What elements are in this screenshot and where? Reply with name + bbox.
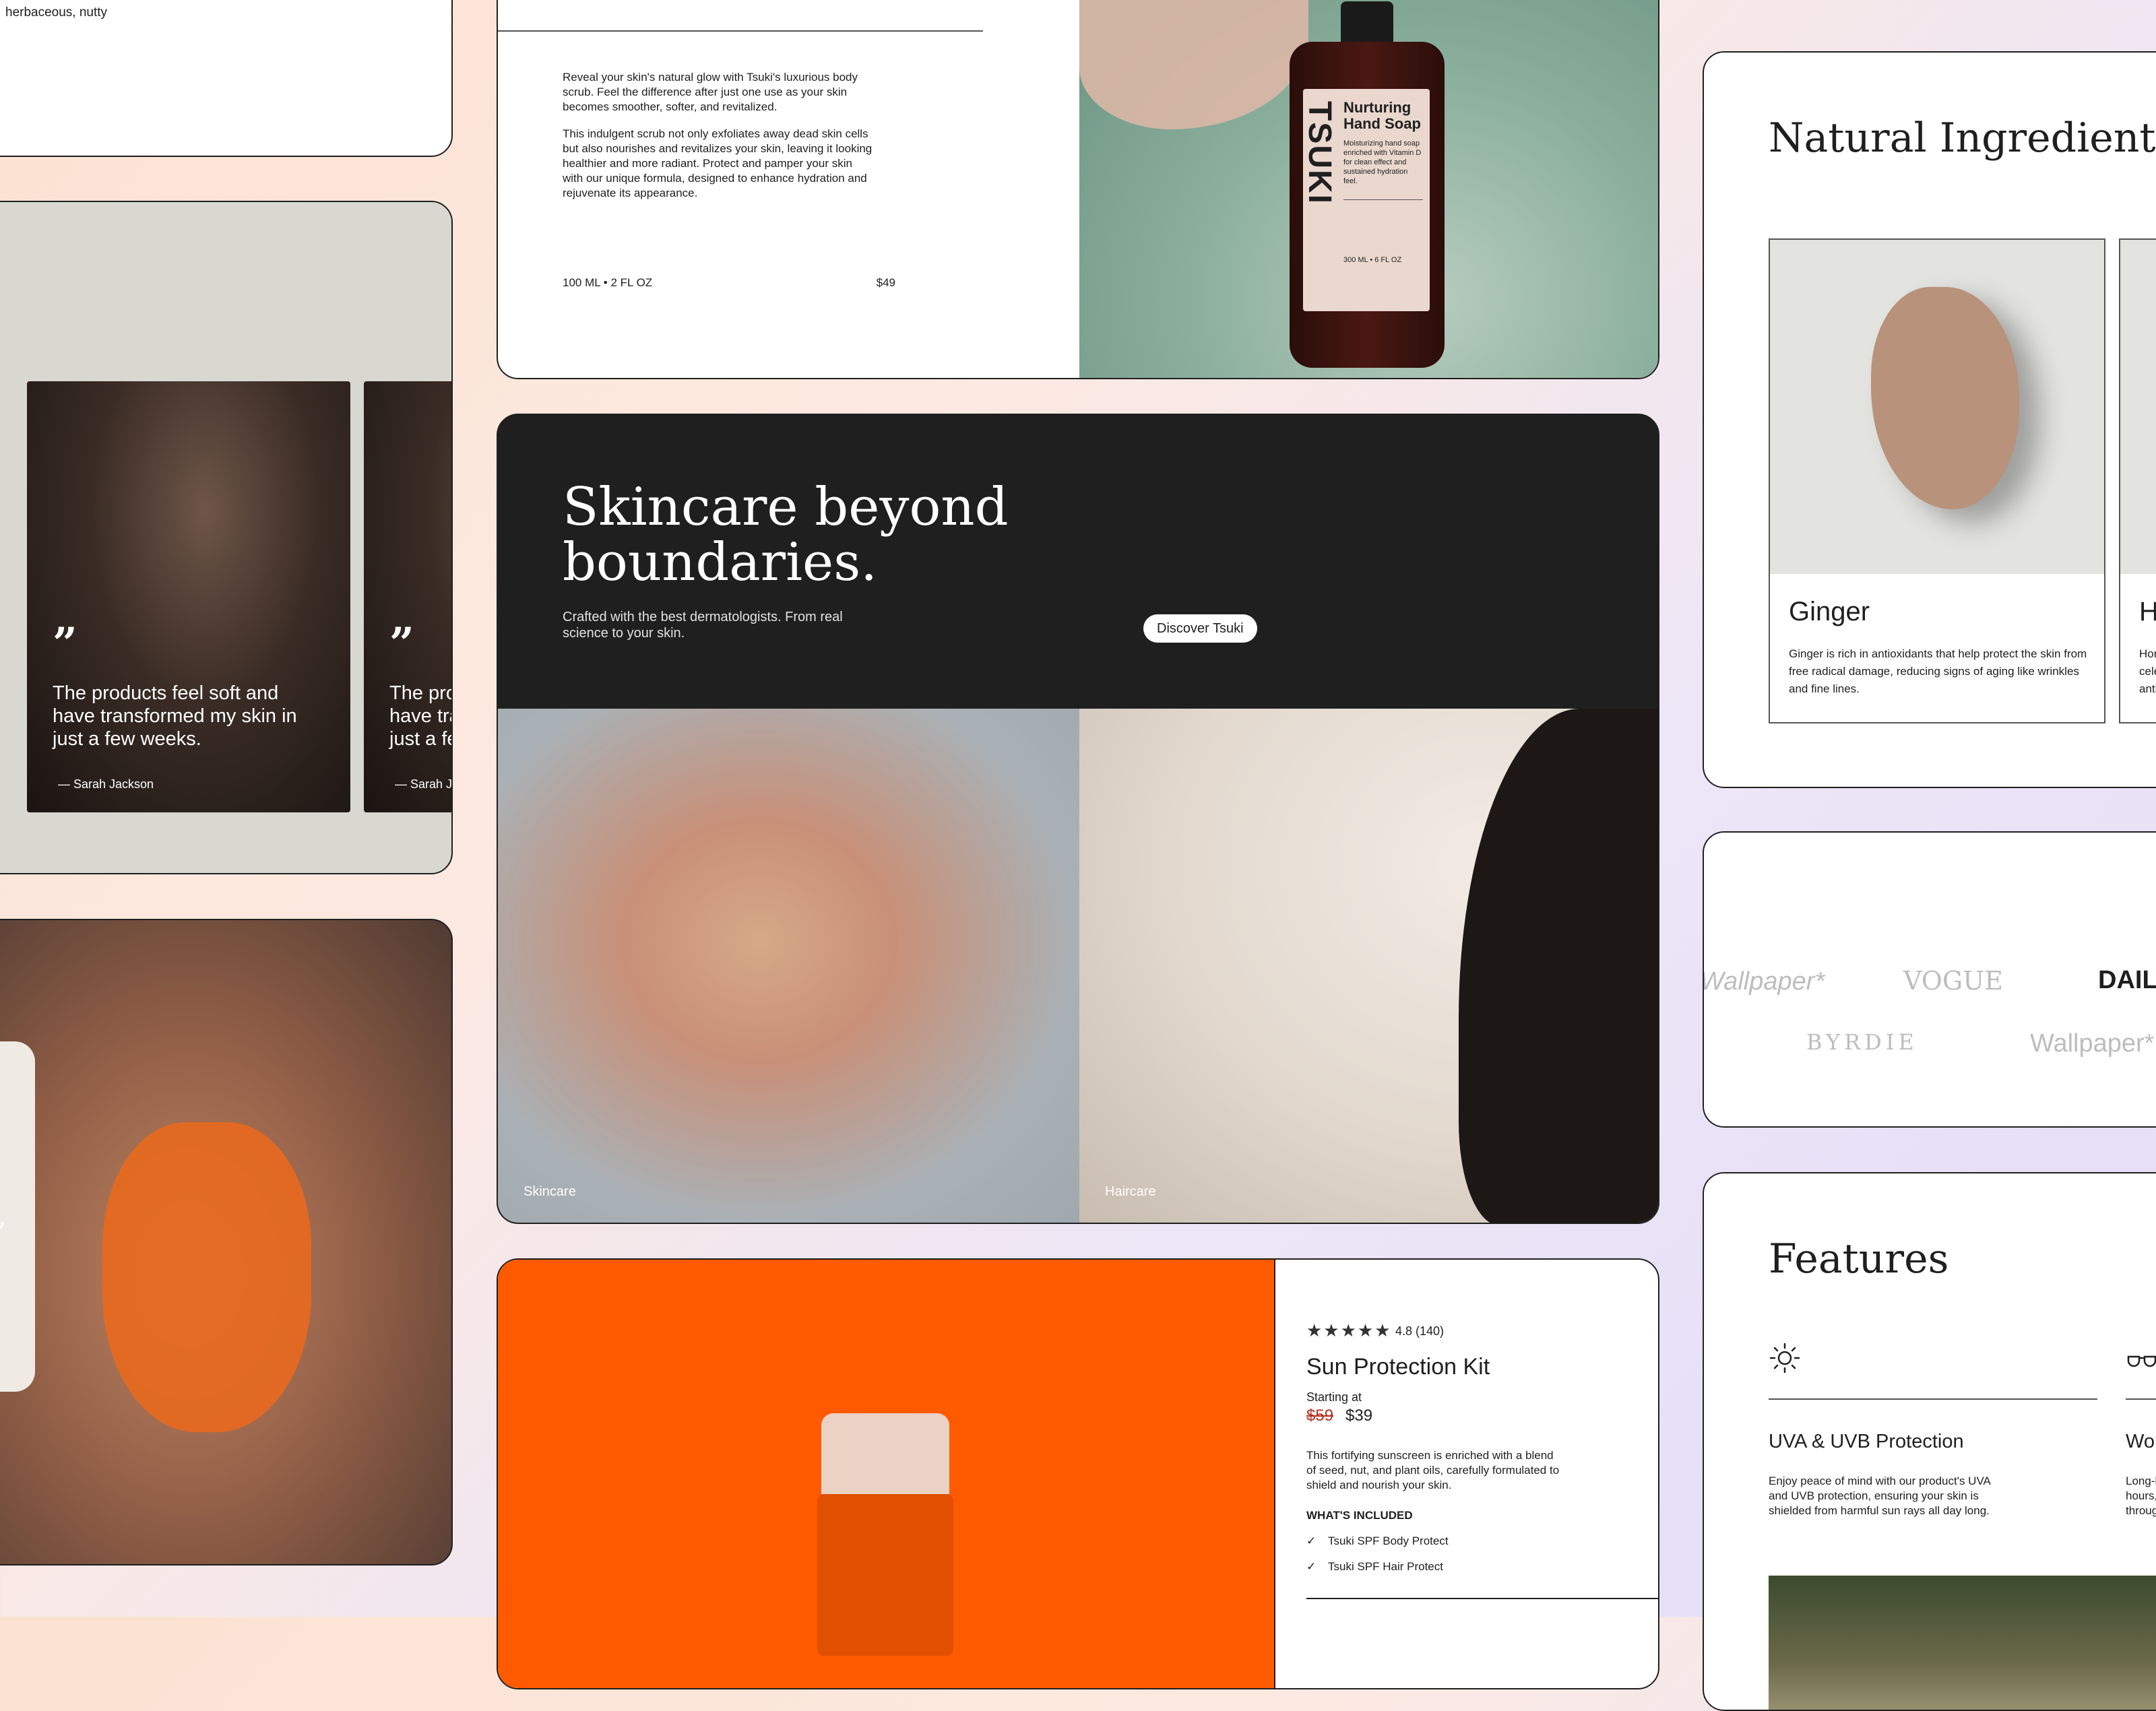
ingredient-card[interactable]: H Hon cele anti [2119, 238, 2156, 723]
notes-card: herbaceous, nutty [0, 0, 453, 157]
testimonial-text: The products feel soft and have transfor… [389, 682, 451, 750]
category-label: Skincare [524, 1184, 576, 1199]
press-logo-byrdie: BYRDIE [1806, 1029, 1918, 1055]
press-logo-wallpaper: Wallpaper* [2030, 1029, 2155, 1058]
ingredient-image [1770, 240, 2104, 574]
testimonial-author: — Sarah Jackson [58, 777, 154, 791]
divider [2126, 1398, 2156, 1400]
product-size: 100 ML • 2 FL OZ [563, 276, 653, 289]
product-photo: TSUKI Nurturing Hand Soap Moisturizing h… [1079, 0, 1658, 378]
star-rating-icon: ★★★★★ [1306, 1320, 1392, 1341]
kit-info-panel: ★★★★★ 4.8 (140) Sun Protection Kit Start… [1274, 1260, 1658, 1688]
testimonial-author: — Sarah Jackson [395, 777, 453, 791]
glasses-icon [2127, 1355, 2156, 1367]
section-title: Natural Ingredients [1769, 115, 2156, 162]
feature-description: Long-l hours, throug [2126, 1475, 2156, 1517]
divider [498, 30, 983, 32]
hero-subtitle: Crafted with the best dermatologists. Fr… [563, 610, 843, 641]
hero-card: Skincare beyond boundaries. Crafted with… [497, 414, 1659, 1224]
brand-logo: TSUKI [1302, 101, 1337, 205]
ingredient-description: Hon cele anti [2139, 647, 2156, 695]
product-detail-card: Reveal your skin's natural glow with Tsu… [497, 0, 1659, 379]
included-item: ✓ Tsuki SPF Hair Protect [1306, 1560, 1443, 1574]
ingredient-description: Ginger is rich in antioxidants that help… [1789, 647, 2087, 695]
ginger-shape [1871, 287, 2019, 509]
check-icon: ✓ [1306, 1560, 1317, 1573]
press-logo-wallpaper: Wallpaper* [1703, 967, 1825, 996]
hand-shape [1079, 0, 1308, 129]
press-logo-daily: DAILY [2098, 966, 2156, 994]
quote-icon: ” [53, 618, 77, 669]
ingredient-image [2120, 240, 2156, 574]
bottle-description: Moisturizing hand soap enriched with Vit… [1343, 139, 1422, 185]
check-icon: ✓ [1306, 1535, 1317, 1547]
new-price: $39 [1345, 1407, 1373, 1425]
starting-at-label: Starting at [1306, 1390, 1362, 1404]
swimsuit-shape [102, 1122, 311, 1432]
testimonial-text: The products feel soft and have transfor… [53, 682, 297, 750]
notes-text: herbaceous, nutty [5, 5, 108, 20]
testimonial-card[interactable]: ” The products feel soft and have transf… [27, 381, 350, 812]
press-logos-card: Wallpaper* VOGUE DAILY E BYRDIE Wallpape… [1703, 831, 2156, 1128]
feature-title: UVA & UVB Protection [1769, 1431, 1964, 1452]
divider [1306, 1598, 1658, 1599]
quote-icon: ” [389, 618, 414, 669]
hair-shape [1459, 709, 1658, 1223]
testimonials-card: ” The products feel soft and have transf… [0, 201, 453, 874]
bottle-size: 300 ML • 6 FL OZ [1343, 256, 1402, 264]
ingredient-card[interactable]: Ginger Ginger is rich in antioxidants th… [1769, 238, 2105, 723]
quote-fragment: y” [0, 1217, 6, 1251]
bottle-title: Nurturing Hand Soap [1343, 99, 1421, 132]
included-item-label: Tsuki SPF Hair Protect [1328, 1560, 1443, 1573]
section-title: Features [1769, 1235, 1949, 1283]
features-card: Features UVA & UVB Protection Enjoy peac… [1703, 1172, 2156, 1711]
testimonial-card[interactable]: ” The products feel soft and have transf… [364, 381, 453, 812]
included-item-label: Tsuki SPF Body Protect [1328, 1535, 1449, 1547]
ingredient-name: Ginger [1789, 597, 1870, 626]
included-item: ✓ Tsuki SPF Body Protect [1306, 1535, 1449, 1548]
pump-cap [1341, 1, 1393, 46]
kit-title: Sun Protection Kit [1306, 1354, 1490, 1380]
hero-title: Skincare beyond boundaries. [563, 477, 1009, 593]
feature-description: Enjoy peace of mind with our product's U… [1769, 1475, 1990, 1517]
press-logo-vogue: VOGUE [1903, 966, 2004, 996]
category-panel-haircare[interactable]: Haircare [1079, 709, 1658, 1223]
included-heading: WHAT'S INCLUDED [1306, 1509, 1413, 1522]
press-logo-partial: E [1704, 1029, 1705, 1059]
bottle-shape [817, 1494, 953, 1656]
product-description: Reveal your skin's natural glow with Tsu… [563, 71, 858, 113]
category-label: Haircare [1105, 1184, 1156, 1199]
sun-icon [1769, 1343, 1800, 1374]
feature-photo [1769, 1576, 2156, 1710]
product-kit-card: ★★★★★ 4.8 (140) Sun Protection Kit Start… [497, 1258, 1659, 1689]
feature-title: Wor [2126, 1431, 2156, 1452]
divider [1343, 199, 1423, 200]
product-price: $49 [876, 276, 895, 289]
kit-product-image [498, 1260, 1274, 1688]
old-price: $59 [1306, 1407, 1334, 1425]
divider [1769, 1398, 2097, 1400]
category-panel-skincare[interactable]: Skincare [498, 709, 1079, 1223]
pump-head-shape [821, 1413, 949, 1494]
ingredients-card: Natural Ingredients Ginger Ginger is ric… [1703, 51, 2156, 788]
product-description: This indulgent scrub not only exfoliates… [563, 127, 873, 199]
discover-button[interactable]: Discover Tsuki [1143, 614, 1257, 643]
kit-description: This fortifying sunscreen is enriched wi… [1306, 1449, 1560, 1491]
rating-count: 4.8 (140) [1395, 1324, 1445, 1338]
ingredient-name: H [2139, 597, 2156, 627]
lifestyle-photo-card: y” [0, 919, 453, 1565]
